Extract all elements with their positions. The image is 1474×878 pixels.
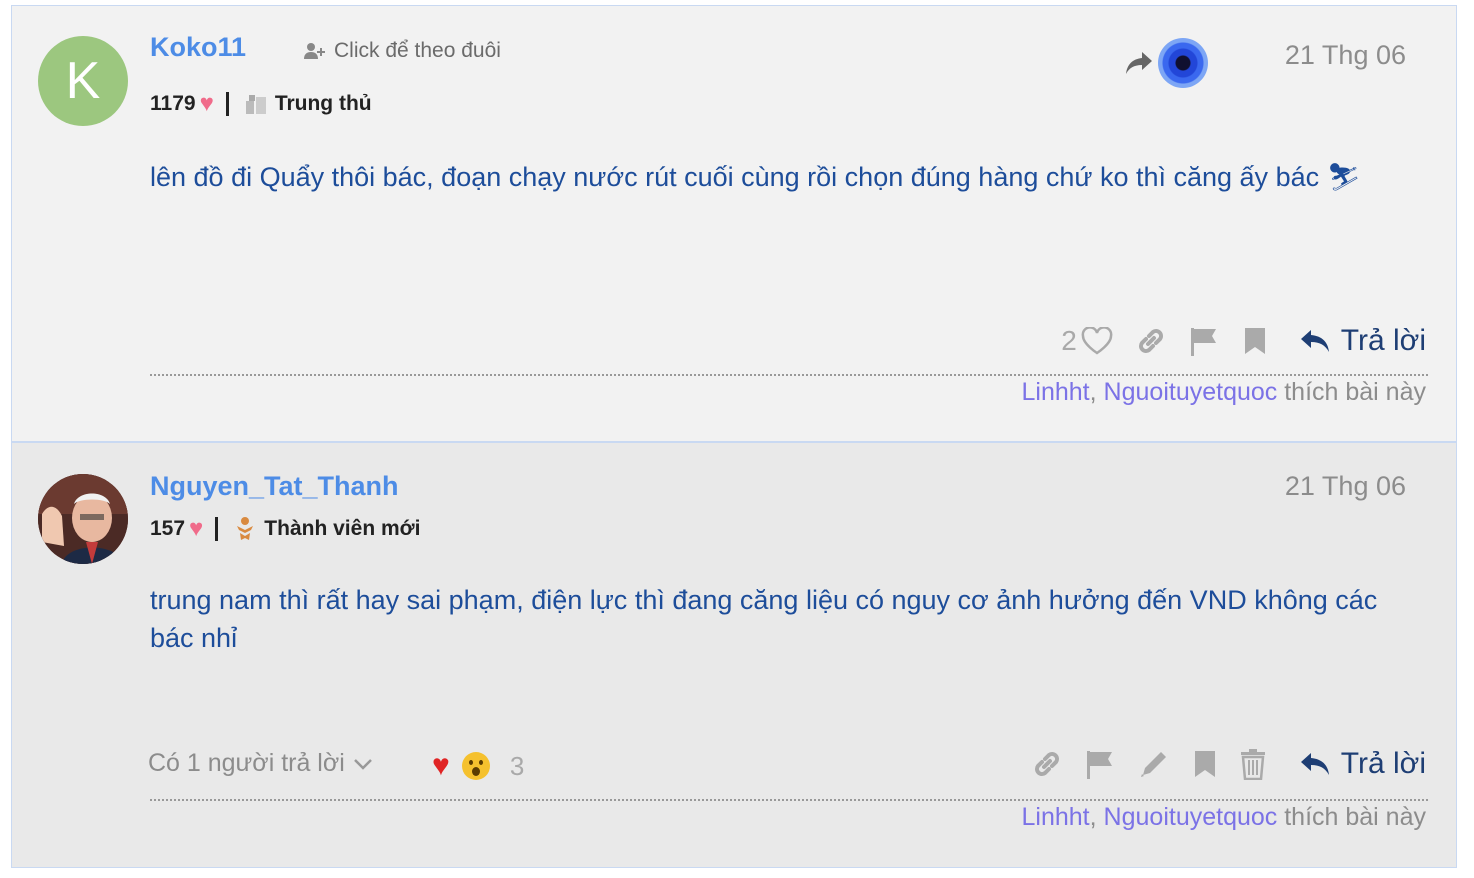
flag-icon[interactable] xyxy=(1085,749,1117,779)
link-icon[interactable] xyxy=(1135,325,1167,357)
user-plus-icon xyxy=(304,42,326,60)
divider xyxy=(225,92,229,116)
reply-to-avatar[interactable] xyxy=(1158,38,1208,88)
reply-label: Trả lời xyxy=(1340,747,1426,780)
reaction-count: 3 xyxy=(509,750,525,781)
reply-button[interactable]: Trả lời xyxy=(1299,747,1426,781)
avatar[interactable]: K xyxy=(38,36,128,126)
likes-received: 157 xyxy=(150,517,186,540)
liker-link[interactable]: Linhht xyxy=(1022,378,1090,406)
reply-button[interactable]: Trả lời xyxy=(1299,324,1426,358)
divider xyxy=(215,517,219,541)
baby-icon xyxy=(234,516,256,542)
rank-icon xyxy=(245,93,267,115)
liked-suffix: thích bài này xyxy=(1284,378,1426,406)
divider-dotted xyxy=(150,374,1428,376)
post-content: trung nam thì rất hay sai phạm, điện lực… xyxy=(150,585,1378,653)
post-nguyen-tat-thanh: Nguyen_Tat_Thanh 157 ♥ Thành viên mới 21… xyxy=(11,442,1457,868)
replies-label: Có 1 người trả lời xyxy=(148,749,345,777)
likes-received: 1179 xyxy=(150,92,196,115)
liker-link[interactable]: Linhht xyxy=(1022,803,1090,831)
post-date[interactable]: 21 Thg 06 xyxy=(1285,471,1406,502)
liked-suffix: thích bài này xyxy=(1284,803,1426,831)
trash-icon[interactable] xyxy=(1239,748,1267,780)
pencil-icon[interactable] xyxy=(1139,749,1171,779)
heart-reaction-icon: ♥ xyxy=(432,749,450,782)
post-date[interactable]: 21 Thg 06 xyxy=(1285,40,1406,71)
rank-label: Thành viên mới xyxy=(264,517,421,540)
link-icon[interactable] xyxy=(1031,748,1063,780)
username[interactable]: Nguyen_Tat_Thanh xyxy=(150,471,399,502)
like-button[interactable]: 2 xyxy=(1061,325,1113,357)
rank-label: Trung thủ xyxy=(274,92,372,115)
like-count: 2 xyxy=(1061,325,1077,356)
follow-button[interactable]: Click để theo đuôi xyxy=(304,39,501,63)
reply-label: Trả lời xyxy=(1340,324,1426,357)
share-reply-indicator[interactable] xyxy=(1124,38,1208,88)
bookmark-icon[interactable] xyxy=(1243,326,1267,356)
post-content: lên đồ đi Quẩy thôi bác, đoạn chạy nước … xyxy=(150,158,1410,196)
username[interactable]: Koko11 xyxy=(150,32,246,63)
heart-icon: ♥ xyxy=(199,90,214,117)
flag-icon[interactable] xyxy=(1189,326,1221,356)
skier-emoji: ⛷ xyxy=(1326,162,1361,192)
liker-link[interactable]: Nguoituyetquoc xyxy=(1104,378,1278,406)
follow-label: Click để theo đuôi xyxy=(334,39,501,62)
post-actions: 2 Trả lời xyxy=(1061,324,1426,358)
reply-arrow-icon xyxy=(1299,328,1331,354)
liker-link[interactable]: Nguoituyetquoc xyxy=(1104,803,1278,831)
bookmark-icon[interactable] xyxy=(1193,749,1217,779)
reactions[interactable]: ♥ 3 xyxy=(432,749,524,783)
user-meta: 157 ♥ Thành viên mới xyxy=(150,515,420,543)
avatar[interactable] xyxy=(38,474,128,564)
reply-arrow-icon xyxy=(1299,751,1331,777)
chevron-down-icon xyxy=(353,758,373,770)
post-koko11: K Koko11 Click để theo đuôi 1179 ♥ Trung… xyxy=(11,5,1457,442)
heart-outline-icon xyxy=(1081,327,1113,355)
liked-by: Linhht, Nguoituyetquoc thích bài này xyxy=(1021,803,1426,831)
heart-icon: ♥ xyxy=(189,515,204,542)
user-meta: 1179 ♥ Trung thủ xyxy=(150,90,372,118)
replies-toggle[interactable]: Có 1 người trả lời xyxy=(148,749,373,778)
liked-by: Linhht, Nguoituyetquoc thích bài này xyxy=(1021,378,1426,406)
post-actions: Trả lời xyxy=(1031,747,1426,781)
share-arrow-icon xyxy=(1124,50,1154,76)
post-text: lên đồ đi Quẩy thôi bác, đoạn chạy nước … xyxy=(150,162,1320,192)
wow-reaction-icon xyxy=(461,752,490,780)
divider-dotted xyxy=(150,799,1428,801)
